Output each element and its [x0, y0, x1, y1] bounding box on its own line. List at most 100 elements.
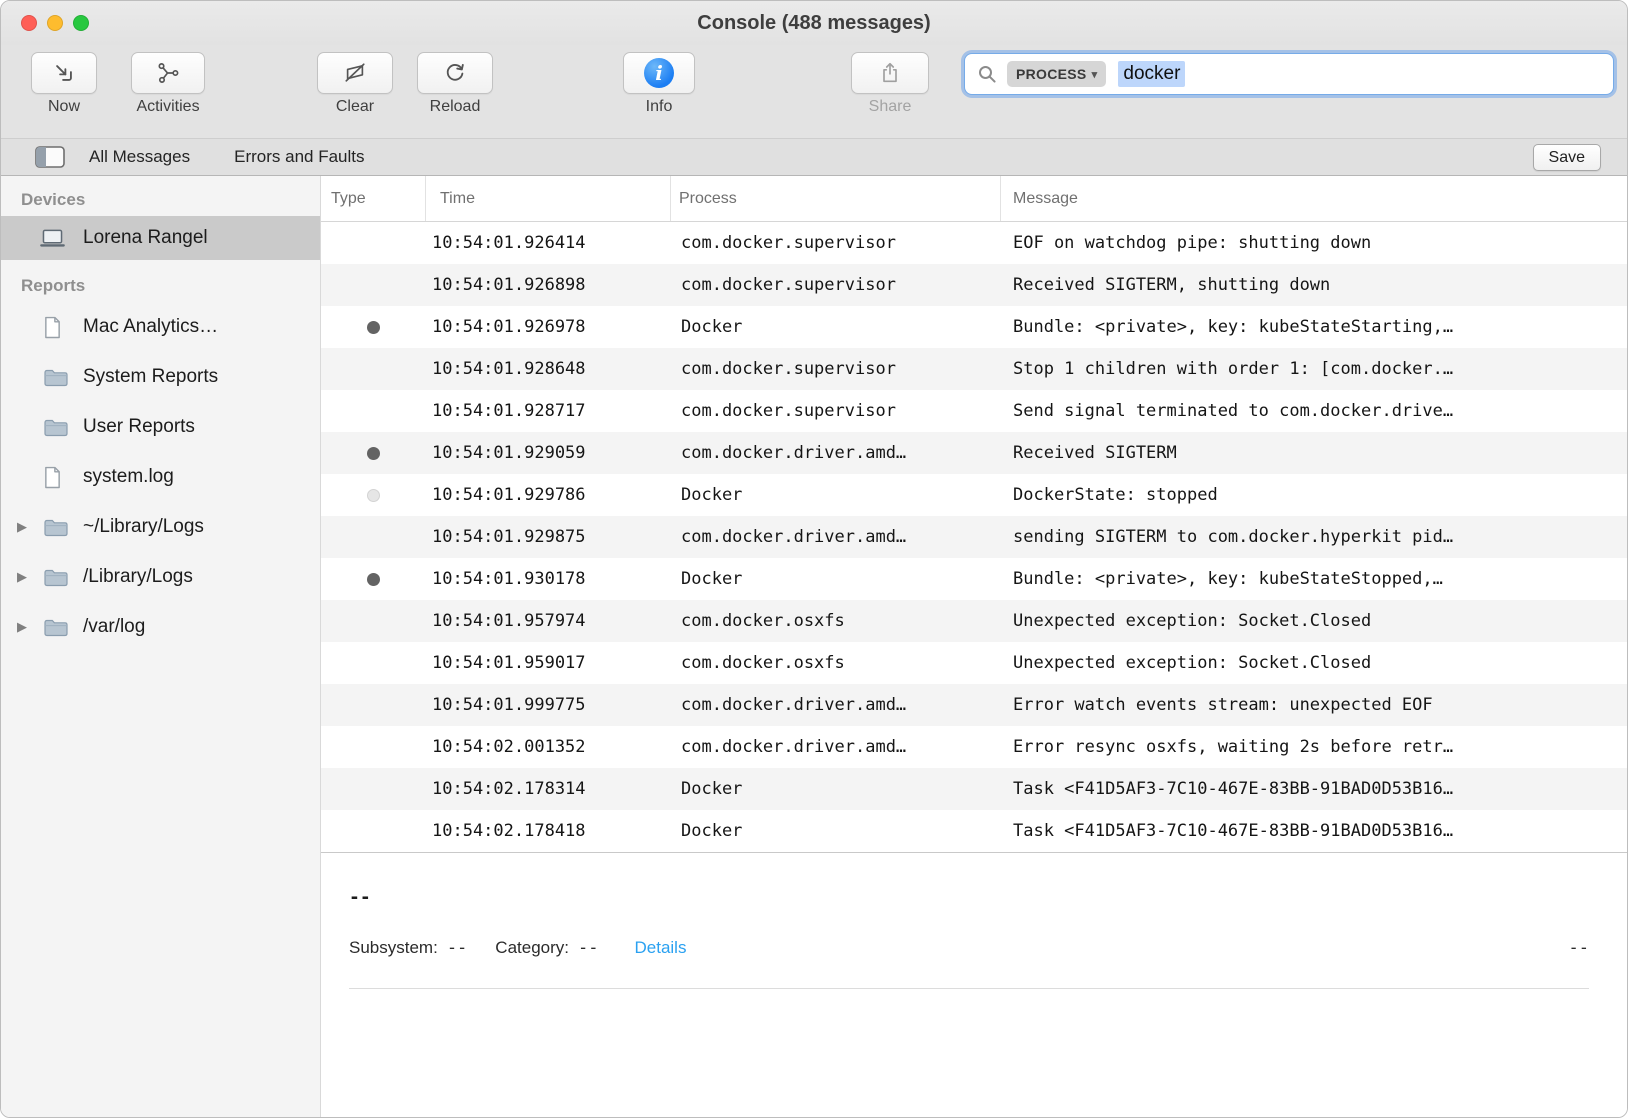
log-row[interactable]: 10:54:01.929875 com.docker.driver.amd… s…	[321, 516, 1627, 558]
sidebar-item-library-logs[interactable]: ▶ /Library/Logs	[1, 552, 320, 602]
log-row[interactable]: 10:54:01.999775 com.docker.driver.amd… E…	[321, 684, 1627, 726]
search-text[interactable]: docker	[1118, 61, 1185, 87]
log-message: DockerState: stopped	[1001, 485, 1627, 505]
disclosure-icon[interactable]: ▶	[17, 519, 43, 535]
activities-button-label: Activities	[136, 98, 199, 116]
search-token-process[interactable]: PROCESS ▾	[1007, 61, 1106, 87]
clear-button-label: Clear	[336, 98, 374, 116]
log-row[interactable]: 10:54:01.957974 com.docker.osxfs Unexpec…	[321, 600, 1627, 642]
disclosure-icon[interactable]: ▶	[17, 619, 43, 635]
log-type-cell	[321, 279, 426, 292]
log-time: 10:54:02.178418	[426, 821, 671, 841]
log-process: Docker	[671, 485, 1001, 505]
scope-errors-and-faults[interactable]: Errors and Faults	[234, 147, 364, 167]
detail-meta-row: Subsystem: -- Category: -- Details --	[349, 938, 1589, 958]
log-time: 10:54:01.926978	[426, 317, 671, 337]
log-message: Bundle: <private>, key: kubeStateStartin…	[1001, 317, 1627, 337]
sidebar-item-icon	[43, 567, 79, 588]
sidebar-item-label: /Library/Logs	[83, 566, 193, 588]
share-toolbar-item: Share	[851, 52, 929, 116]
log-row[interactable]: 10:54:01.926898 com.docker.supervisor Re…	[321, 264, 1627, 306]
log-row[interactable]: 10:54:02.178418 Docker Task <F41D5AF3-7C…	[321, 810, 1627, 852]
sidebar-item-user-reports[interactable]: User Reports	[1, 402, 320, 452]
log-time: 10:54:01.929786	[426, 485, 671, 505]
log-row[interactable]: 10:54:01.930178 Docker Bundle: <private>…	[321, 558, 1627, 600]
save-button[interactable]: Save	[1533, 144, 1601, 171]
log-row[interactable]: 10:54:01.929786 Docker DockerState: stop…	[321, 474, 1627, 516]
sidebar-item-label: ~/Library/Logs	[83, 516, 204, 538]
activities-icon	[156, 61, 180, 85]
log-content: Type Time Process Message 10:54:01.92641…	[321, 176, 1627, 1118]
subsystem-value: --	[447, 938, 467, 958]
reload-button[interactable]	[417, 52, 493, 94]
log-row[interactable]: 10:54:01.926978 Docker Bundle: <private>…	[321, 306, 1627, 348]
log-process: com.docker.osxfs	[671, 653, 1001, 673]
share-button[interactable]	[851, 52, 929, 94]
search-field[interactable]: PROCESS ▾ docker	[964, 53, 1614, 95]
log-type-cell	[321, 531, 426, 544]
detail-pane: -- Subsystem: -- Category: -- Details --	[321, 852, 1627, 1118]
log-row[interactable]: 10:54:01.928717 com.docker.supervisor Se…	[321, 390, 1627, 432]
info-icon-glyph: i	[655, 61, 663, 85]
window-title: Console (488 messages)	[697, 12, 930, 35]
sidebar-item-system-reports[interactable]: System Reports	[1, 352, 320, 402]
log-message: Received SIGTERM, shutting down	[1001, 275, 1627, 295]
info-button-label: Info	[646, 98, 673, 116]
titlebar: Console (488 messages)	[1, 1, 1627, 45]
folder-icon	[43, 567, 69, 588]
log-row[interactable]: 10:54:02.178314 Docker Task <F41D5AF3-7C…	[321, 768, 1627, 810]
folder-icon	[43, 367, 69, 388]
log-message: Task <F41D5AF3-7C10-467E-83BB-91BAD0D53B…	[1001, 779, 1627, 799]
sidebar-devices-header: Devices	[21, 190, 320, 210]
log-time: 10:54:01.929875	[426, 527, 671, 547]
sidebar-device-lorena-rangel[interactable]: Lorena Rangel	[1, 216, 320, 260]
log-row[interactable]: 10:54:01.929059 com.docker.driver.amd… R…	[321, 432, 1627, 474]
log-type-cell	[321, 363, 426, 376]
sidebar-item-label: /var/log	[83, 616, 145, 638]
sidebar-item-icon	[43, 316, 79, 339]
activities-button[interactable]	[131, 52, 205, 94]
disclosure-icon[interactable]: ▶	[17, 569, 43, 585]
close-button[interactable]	[21, 15, 37, 31]
log-time: 10:54:01.928648	[426, 359, 671, 379]
sidebar-item-mac-analytics[interactable]: Mac Analytics…	[1, 302, 320, 352]
info-button[interactable]: i	[623, 52, 695, 94]
zoom-button[interactable]	[73, 15, 89, 31]
column-header-type[interactable]: Type	[321, 176, 426, 221]
detail-right-value: --	[1569, 938, 1589, 958]
activities-toolbar-item: Activities	[125, 52, 211, 116]
column-header-time[interactable]: Time	[426, 176, 671, 221]
log-process: com.docker.driver.amd…	[671, 695, 1001, 715]
column-header-process[interactable]: Process	[671, 176, 1001, 221]
log-row[interactable]: 10:54:02.001352 com.docker.driver.amd… E…	[321, 726, 1627, 768]
log-process: com.docker.supervisor	[671, 275, 1001, 295]
log-time: 10:54:01.930178	[426, 569, 671, 589]
toolbar: Now Activities Clear	[1, 45, 1627, 138]
log-process: com.docker.driver.amd…	[671, 443, 1001, 463]
log-message: Task <F41D5AF3-7C10-467E-83BB-91BAD0D53B…	[1001, 821, 1627, 841]
log-message: Received SIGTERM	[1001, 443, 1627, 463]
log-time: 10:54:01.929059	[426, 443, 671, 463]
reload-button-label: Reload	[430, 98, 481, 116]
log-type-cell	[321, 783, 426, 796]
now-button[interactable]	[31, 52, 97, 94]
log-row[interactable]: 10:54:01.926414 com.docker.supervisor EO…	[321, 222, 1627, 264]
minimize-button[interactable]	[47, 15, 63, 31]
column-header-message[interactable]: Message	[1001, 176, 1627, 221]
log-row[interactable]: 10:54:01.959017 com.docker.osxfs Unexpec…	[321, 642, 1627, 684]
info-icon: i	[644, 58, 674, 88]
sidebar-item-system-log[interactable]: system.log	[1, 452, 320, 502]
scope-all-messages[interactable]: All Messages	[89, 147, 190, 167]
share-icon	[878, 61, 902, 85]
log-row[interactable]: 10:54:01.928648 com.docker.supervisor St…	[321, 348, 1627, 390]
sidebar-toggle-button[interactable]	[35, 146, 65, 168]
log-message: Bundle: <private>, key: kubeStateStopped…	[1001, 569, 1627, 589]
document-icon	[43, 316, 62, 339]
sidebar: Devices Lorena Rangel Reports Mac Analyt…	[1, 176, 321, 1118]
jump-to-now-icon	[52, 61, 76, 85]
log-message: Send signal terminated to com.docker.dri…	[1001, 401, 1627, 421]
sidebar-item-var-log[interactable]: ▶ /var/log	[1, 602, 320, 652]
clear-button[interactable]	[317, 52, 393, 94]
details-link[interactable]: Details	[634, 938, 686, 958]
sidebar-item-library-logs[interactable]: ▶ ~/Library/Logs	[1, 502, 320, 552]
